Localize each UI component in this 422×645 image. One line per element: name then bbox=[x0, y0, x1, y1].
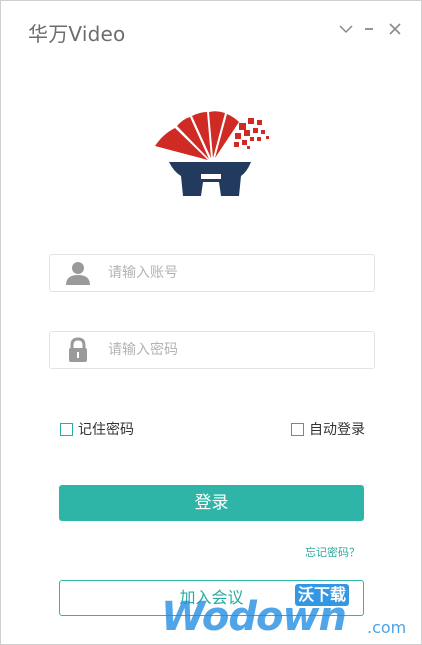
checkbox-box[interactable] bbox=[291, 422, 304, 436]
huawan-logo bbox=[155, 111, 269, 196]
lock-icon bbox=[69, 337, 87, 362]
password-field[interactable] bbox=[49, 331, 375, 369]
auto-login-checkbox[interactable]: 自动登录 bbox=[291, 419, 365, 439]
app-title: 华万Video bbox=[28, 22, 126, 46]
minimize-icon bbox=[365, 28, 373, 30]
user-icon bbox=[66, 262, 90, 285]
remember-password-checkbox[interactable]: 记住密码 bbox=[60, 419, 134, 439]
title-bar[interactable]: 华万Video bbox=[1, 1, 421, 63]
join-meeting-button[interactable]: 加入会议 bbox=[59, 580, 364, 616]
close-icon bbox=[389, 23, 401, 35]
password-input[interactable] bbox=[108, 332, 358, 368]
close-button[interactable] bbox=[385, 19, 405, 39]
collapse-button[interactable] bbox=[336, 19, 356, 39]
chevron-down-icon bbox=[339, 25, 353, 34]
forgot-password-link[interactable]: 忘记密码？ bbox=[305, 544, 360, 560]
watermark-suffix: .com bbox=[367, 618, 407, 637]
checkbox-box[interactable] bbox=[60, 422, 73, 436]
remember-password-label: 记住密码 bbox=[78, 422, 134, 438]
account-field[interactable] bbox=[49, 254, 375, 292]
login-window: 华万Video 请输入账号 记住密码 自动登录 登录 忘记密码？ 加入会议 沃下… bbox=[0, 0, 422, 645]
account-input[interactable] bbox=[108, 255, 358, 291]
auto-login-label: 自动登录 bbox=[309, 422, 365, 438]
login-button[interactable]: 登录 bbox=[59, 485, 364, 521]
minimize-button[interactable] bbox=[359, 19, 379, 39]
